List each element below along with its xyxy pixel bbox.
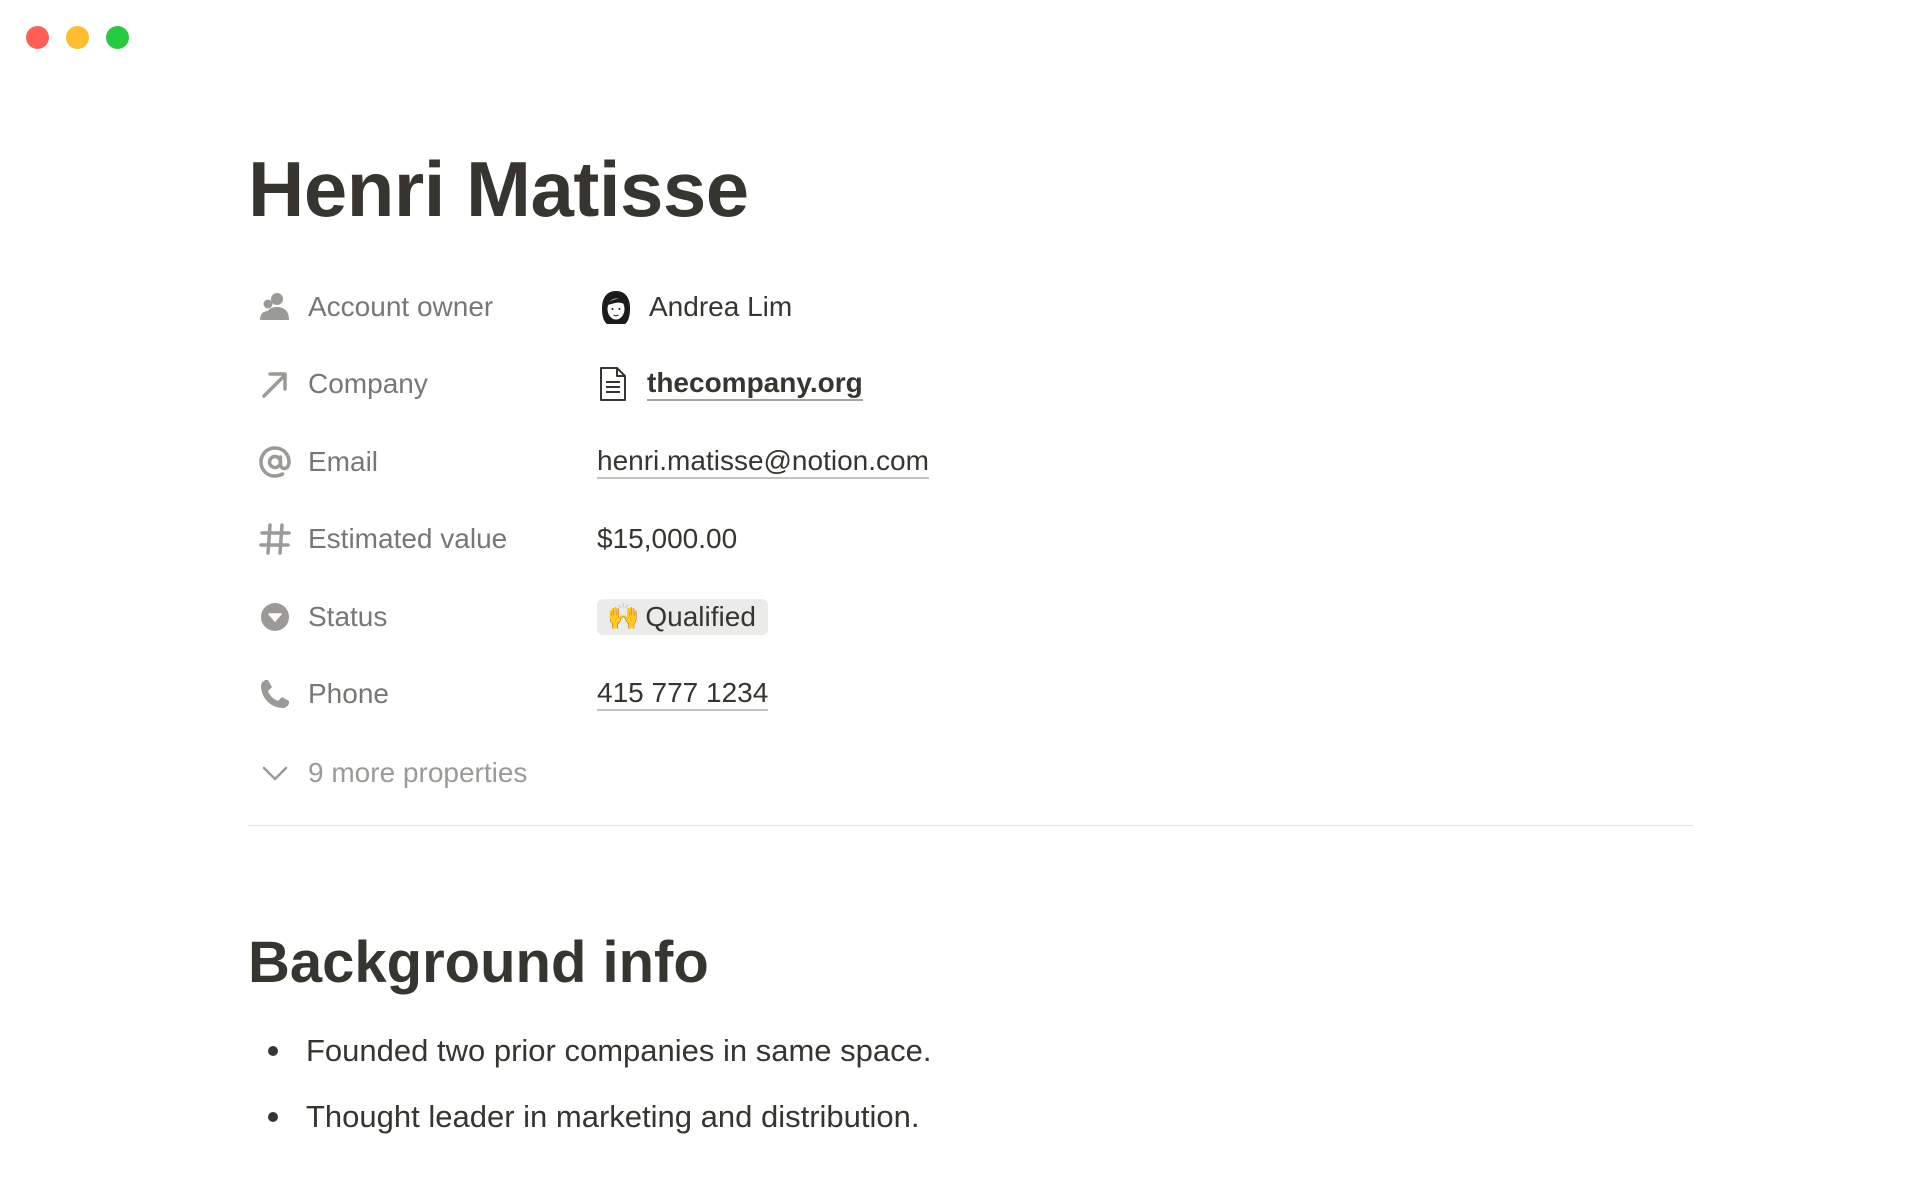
property-label: Status <box>308 600 388 632</box>
phone-icon <box>257 676 293 712</box>
property-value[interactable]: henri.matisse@notion.com <box>597 445 929 479</box>
bullet-dot-icon <box>268 1046 278 1056</box>
property-value[interactable]: thecompany.org <box>597 366 863 402</box>
property-label: Estimated value <box>308 523 508 555</box>
app-window: Henri Matisse Account owner Andrea Lim C… <box>0 0 1920 1200</box>
zoom-window-button[interactable] <box>106 26 129 49</box>
property-name[interactable]: Email <box>248 444 597 480</box>
list-item[interactable]: Founded two prior companies in same spac… <box>248 1018 1693 1084</box>
phone-link[interactable]: 415 777 1234 <box>597 677 769 712</box>
properties-list: Account owner Andrea Lim Company thecomp… <box>248 268 1693 813</box>
section-heading[interactable]: Background info <box>248 934 1693 992</box>
property-phone[interactable]: Phone 415 777 1234 <box>248 656 1693 734</box>
bullet-list: Founded two prior companies in same spac… <box>248 1018 1693 1150</box>
chevron-down-icon <box>257 755 293 791</box>
property-value[interactable]: $15,000.00 <box>597 523 737 555</box>
company-link[interactable]: thecompany.org <box>647 367 863 402</box>
property-estimated-value[interactable]: Estimated value $15,000.00 <box>248 501 1693 579</box>
property-name[interactable]: Estimated value <box>248 521 597 557</box>
status-label: Qualified <box>645 600 756 632</box>
more-properties-label: 9 more properties <box>308 757 528 788</box>
property-name[interactable]: Status <box>248 599 597 635</box>
property-name[interactable]: Phone <box>248 676 597 712</box>
page-icon <box>600 367 626 402</box>
property-value[interactable]: 415 777 1234 <box>597 677 769 712</box>
property-label: Phone <box>308 678 389 710</box>
page-content: Henri Matisse Account owner Andrea Lim C… <box>248 150 1693 1150</box>
hash-icon <box>257 521 293 557</box>
property-label: Company <box>308 368 428 400</box>
close-window-button[interactable] <box>26 26 49 49</box>
person-icon <box>257 289 293 325</box>
relation-arrow-icon <box>257 366 293 402</box>
property-company[interactable]: Company thecompany.org <box>248 346 1693 424</box>
list-item-text: Founded two prior companies in same spac… <box>306 1033 932 1068</box>
property-name[interactable]: Company <box>248 366 597 402</box>
list-item-text: Thought leader in marketing and distribu… <box>306 1099 920 1134</box>
property-value[interactable]: 🙌 Qualified <box>597 598 768 635</box>
property-label: Account owner <box>308 290 494 322</box>
list-item[interactable]: Thought leader in marketing and distribu… <box>248 1084 1693 1150</box>
property-email[interactable]: Email henri.matisse@notion.com <box>248 423 1693 501</box>
raising-hands-icon: 🙌 <box>607 601 640 632</box>
property-account-owner[interactable]: Account owner Andrea Lim <box>248 268 1693 346</box>
page-title[interactable]: Henri Matisse <box>248 150 1693 228</box>
bullet-dot-icon <box>268 1112 278 1122</box>
status-icon <box>257 599 293 635</box>
property-status[interactable]: Status 🙌 Qualified <box>248 578 1693 656</box>
divider <box>248 825 1693 826</box>
avatar <box>602 290 630 324</box>
property-name[interactable]: Account owner <box>248 289 597 325</box>
at-sign-icon <box>257 444 293 480</box>
property-label: Email <box>308 445 379 477</box>
email-link[interactable]: henri.matisse@notion.com <box>597 445 929 479</box>
minimize-window-button[interactable] <box>66 26 89 49</box>
property-value[interactable]: Andrea Lim <box>597 288 792 326</box>
window-controls <box>26 26 129 49</box>
account-owner-name[interactable]: Andrea Lim <box>649 291 792 323</box>
more-properties-toggle[interactable]: 9 more properties <box>248 733 1693 813</box>
estimated-value-amount[interactable]: $15,000.00 <box>597 523 737 555</box>
status-badge[interactable]: 🙌 Qualified <box>597 598 768 635</box>
